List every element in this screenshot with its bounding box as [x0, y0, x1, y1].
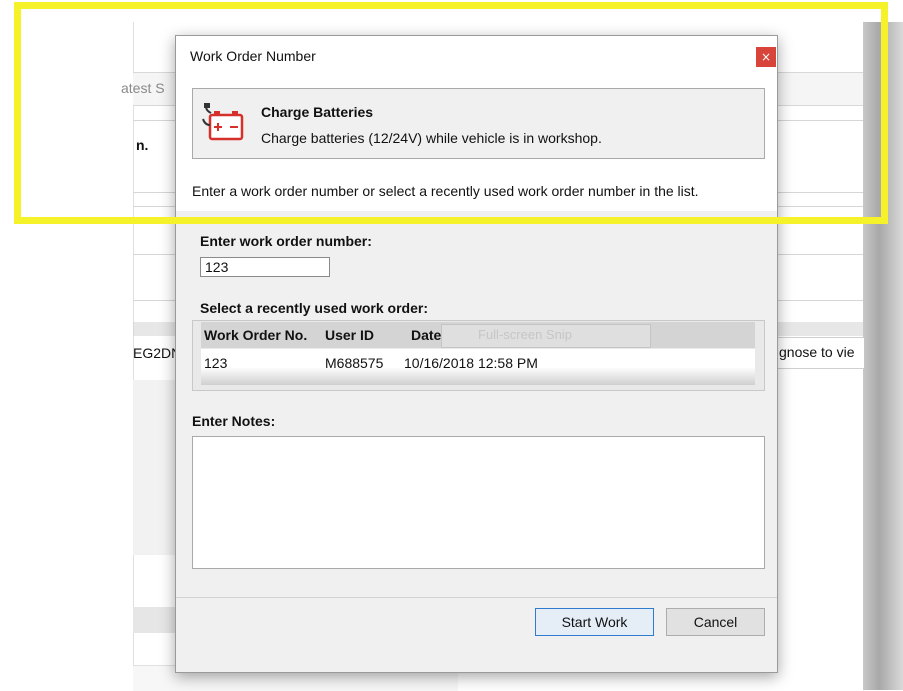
task-description: Charge batteries (12/24V) while vehicle …	[261, 130, 602, 146]
start-work-button[interactable]: Start Work	[535, 608, 654, 636]
cancel-button[interactable]: Cancel	[666, 608, 765, 636]
task-info-section: Charge Batteries Charge batteries (12/24…	[176, 78, 777, 211]
work-order-input[interactable]	[200, 257, 330, 277]
dialog-title: Work Order Number	[190, 48, 316, 64]
dialog-titlebar[interactable]: Work Order Number ×	[176, 36, 777, 78]
background-heading: n.	[136, 137, 149, 153]
background-right-scroll-shadow	[863, 22, 903, 690]
cell-user-id: M688575	[325, 355, 384, 371]
instruction-text: Enter a work order number or select a re…	[192, 183, 699, 199]
background-tab-label[interactable]: atest S	[121, 80, 165, 96]
background-gray-panel	[133, 380, 175, 555]
background-diagnose-text: gnose to vie	[779, 344, 855, 360]
close-button[interactable]: ×	[756, 47, 776, 67]
column-header-work-order[interactable]: Work Order No.	[204, 327, 307, 343]
work-order-dialog: Work Order Number × Charge Batteries Cha…	[175, 35, 778, 673]
footer-divider	[176, 597, 777, 598]
background-vin-text: EG2DN	[133, 345, 182, 361]
notes-label: Enter Notes:	[192, 413, 276, 429]
table-header: Full-screen Snip Work Order No. User ID …	[201, 322, 755, 348]
recent-work-order-label: Select a recently used work order:	[200, 300, 428, 316]
recent-work-order-list[interactable]: Full-screen Snip Work Order No. User ID …	[192, 320, 765, 391]
snip-overlay-text: Full-screen Snip	[478, 327, 572, 342]
battery-charger-icon	[202, 103, 244, 141]
task-box: Charge Batteries Charge batteries (12/24…	[192, 88, 765, 159]
column-header-user-id[interactable]: User ID	[325, 327, 374, 343]
cell-date: 10/16/2018 12:58 PM	[404, 355, 538, 371]
background-footer-bar	[133, 607, 175, 633]
work-order-label: Enter work order number:	[200, 233, 372, 249]
notes-textarea[interactable]	[192, 436, 765, 569]
column-header-date[interactable]: Date	[411, 327, 441, 343]
background-left-area	[0, 0, 133, 690]
task-title: Charge Batteries	[261, 104, 374, 120]
table-row[interactable]: 123 M688575 10/16/2018 12:58 PM	[201, 349, 755, 385]
cell-work-order: 123	[204, 355, 228, 371]
